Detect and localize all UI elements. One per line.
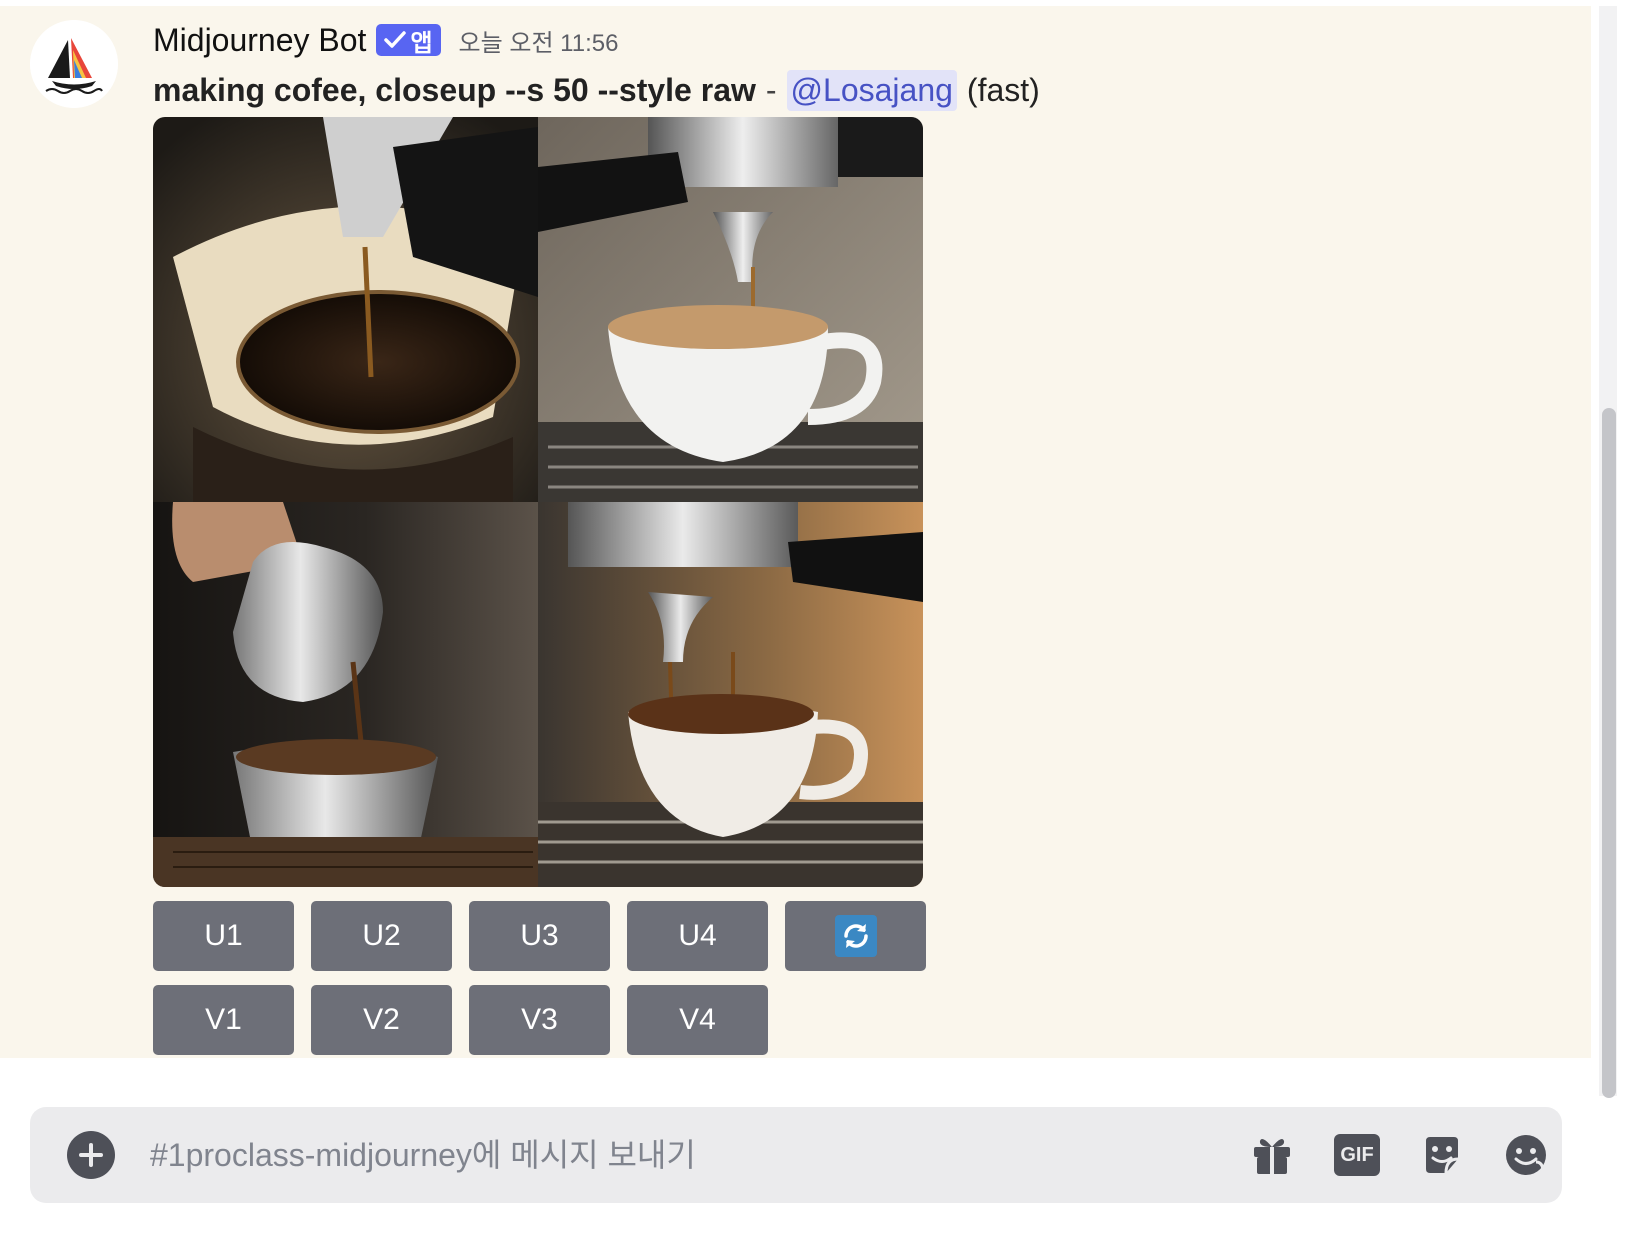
upscale-button-4[interactable]: U4 bbox=[627, 901, 768, 971]
image-grid[interactable] bbox=[153, 117, 923, 887]
author-name[interactable]: Midjourney Bot bbox=[153, 22, 366, 59]
user-mention[interactable]: @Losajang bbox=[786, 69, 957, 111]
badge-label: 앱 bbox=[410, 29, 433, 57]
variation-buttons: V1 V2 V3 V4 bbox=[153, 985, 768, 1055]
image-tile-1[interactable] bbox=[153, 117, 538, 502]
message-composer: GIF bbox=[30, 1107, 1562, 1203]
emoji-icon bbox=[1506, 1135, 1546, 1175]
message-header: Midjourney Bot 앱 오늘 오전 11:56 bbox=[153, 20, 618, 60]
variation-button-1[interactable]: V1 bbox=[153, 985, 294, 1055]
gift-button[interactable] bbox=[1248, 1131, 1296, 1179]
midjourney-avatar[interactable] bbox=[30, 20, 118, 108]
sailboat-logo-icon bbox=[30, 20, 118, 108]
message-timestamp: 오늘 오전 11:56 bbox=[458, 29, 619, 57]
emoji-button[interactable] bbox=[1502, 1131, 1550, 1179]
checkmark-icon bbox=[384, 31, 407, 48]
speed-label: (fast) bbox=[966, 71, 1040, 108]
sticker-button[interactable] bbox=[1418, 1131, 1466, 1179]
app-badge: 앱 bbox=[376, 24, 441, 57]
message-input[interactable] bbox=[150, 1125, 1180, 1185]
upscale-button-1[interactable]: U1 bbox=[153, 901, 294, 971]
reroll-button[interactable] bbox=[785, 901, 926, 971]
upscale-button-2[interactable]: U2 bbox=[311, 901, 452, 971]
variation-button-3[interactable]: V3 bbox=[469, 985, 610, 1055]
sticker-icon bbox=[1426, 1137, 1459, 1174]
gift-icon bbox=[1254, 1139, 1290, 1174]
bot-message: Midjourney Bot 앱 오늘 오전 11:56 making cofe… bbox=[0, 6, 1591, 1058]
image-tile-2[interactable] bbox=[538, 117, 923, 502]
upscale-button-3[interactable]: U3 bbox=[469, 901, 610, 971]
discord-chat-view: Midjourney Bot 앱 오늘 오전 11:56 making cofe… bbox=[0, 0, 1626, 1250]
separator: - bbox=[765, 71, 777, 108]
prompt-text: making cofee, closeup --s 50 --style raw bbox=[153, 71, 756, 108]
scrollbar-thumb[interactable] bbox=[1602, 408, 1616, 1098]
refresh-icon bbox=[834, 915, 877, 957]
gif-icon: GIF bbox=[1334, 1134, 1380, 1176]
add-circle-icon bbox=[79, 1143, 103, 1167]
upscale-buttons: U1 U2 U3 U4 bbox=[153, 901, 926, 971]
variation-button-2[interactable]: V2 bbox=[311, 985, 452, 1055]
add-attachment-button[interactable] bbox=[67, 1131, 115, 1179]
variation-button-4[interactable]: V4 bbox=[627, 985, 768, 1055]
gif-button[interactable]: GIF bbox=[1333, 1131, 1381, 1179]
prompt-line: making cofee, closeup --s 50 --style raw… bbox=[153, 68, 1040, 112]
image-tile-3[interactable] bbox=[153, 502, 538, 887]
image-tile-4[interactable] bbox=[538, 502, 923, 887]
